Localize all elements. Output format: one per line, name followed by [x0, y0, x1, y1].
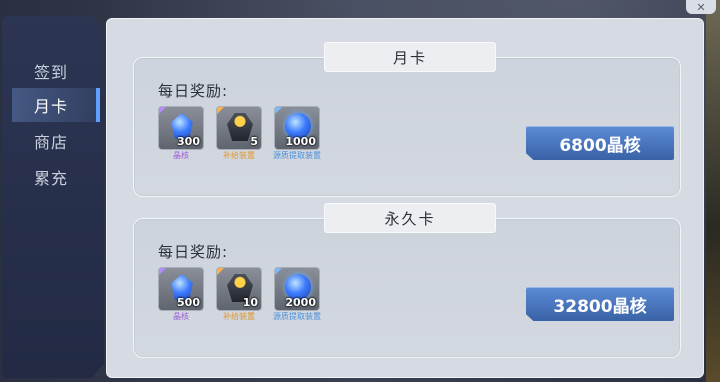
- item-name: 源质提取装置: [273, 312, 321, 321]
- reward-item-supply-device[interactable]: 10: [216, 267, 262, 311]
- reward-item-supply-device[interactable]: 5: [216, 106, 262, 150]
- rarity-corner: [275, 268, 282, 275]
- item-quantity: 1000: [285, 135, 316, 148]
- rarity-corner: [275, 107, 282, 114]
- rarity-corner: [217, 107, 224, 114]
- item-name: 晶核: [173, 312, 189, 321]
- item-quantity: 500: [177, 296, 200, 309]
- sidebar-item-cumulative-recharge[interactable]: 累充: [12, 160, 100, 194]
- sidebar: 签到 月卡 商店 累充: [2, 16, 104, 378]
- permanent-card-panel: 永久卡 每日奖励: 500 晶核 10 补给装置 2000 源质提取装置 328…: [133, 203, 681, 358]
- reward-item-crystal[interactable]: 300: [158, 106, 204, 150]
- main-panel: 月卡 每日奖励: 300 晶核 5 补给装置 1000 源质提取装置 6800晶…: [106, 18, 704, 378]
- sidebar-item-monthly-card[interactable]: 月卡: [12, 88, 100, 122]
- rarity-corner: [217, 268, 224, 275]
- daily-reward-label: 每日奖励:: [158, 82, 229, 100]
- reward-item-source-extract-device[interactable]: 2000: [274, 267, 320, 311]
- sidebar-item-label: 签到: [34, 63, 69, 82]
- buy-permanent-card-button[interactable]: 32800晶核: [526, 287, 674, 321]
- rarity-corner: [159, 268, 166, 275]
- sidebar-item-sign-in[interactable]: 签到: [12, 54, 100, 88]
- close-icon: ✕: [696, 0, 706, 14]
- item-name: 补给装置: [223, 151, 255, 160]
- card-title: 月卡: [324, 42, 496, 72]
- sidebar-item-shop[interactable]: 商店: [12, 124, 100, 158]
- background-scene-strip: [706, 0, 720, 382]
- item-quantity: 10: [242, 296, 258, 309]
- rarity-corner: [159, 107, 166, 114]
- reward-item-source-extract-device[interactable]: 1000: [274, 106, 320, 150]
- monthly-card-panel: 月卡 每日奖励: 300 晶核 5 补给装置 1000 源质提取装置 6800晶…: [133, 42, 681, 197]
- close-button[interactable]: ✕: [686, 0, 716, 14]
- item-quantity: 2000: [285, 296, 316, 309]
- item-name: 晶核: [173, 151, 189, 160]
- reward-item-crystal[interactable]: 500: [158, 267, 204, 311]
- sidebar-item-label: 商店: [34, 133, 69, 152]
- item-quantity: 5: [250, 135, 258, 148]
- item-name: 源质提取装置: [273, 151, 321, 160]
- daily-reward-label: 每日奖励:: [158, 243, 229, 261]
- item-quantity: 300: [177, 135, 200, 148]
- card-title: 永久卡: [324, 203, 496, 233]
- sidebar-item-label: 月卡: [34, 97, 69, 116]
- item-name: 补给装置: [223, 312, 255, 321]
- sidebar-item-label: 累充: [34, 169, 69, 188]
- buy-monthly-card-button[interactable]: 6800晶核: [526, 126, 674, 160]
